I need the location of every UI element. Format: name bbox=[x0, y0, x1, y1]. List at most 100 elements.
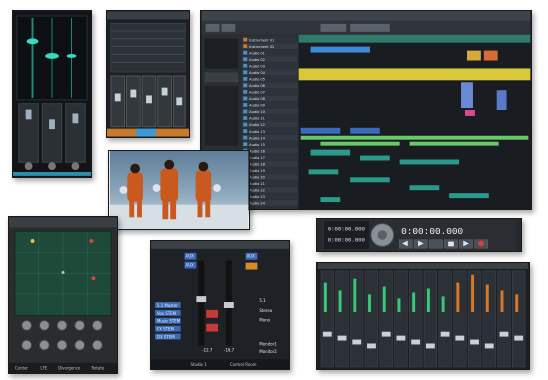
fader-knob[interactable] bbox=[322, 331, 332, 337]
channel-strip[interactable] bbox=[320, 270, 334, 368]
track-name: Audio 18 bbox=[249, 162, 265, 166]
audio-clip[interactable] bbox=[360, 155, 390, 161]
level-meter bbox=[397, 298, 401, 313]
channel-strip[interactable] bbox=[379, 270, 393, 368]
level-meter bbox=[382, 286, 386, 313]
track-name: Audio 12 bbox=[249, 123, 265, 127]
track-name: Audio 16 bbox=[249, 149, 265, 153]
audio-clip[interactable] bbox=[300, 127, 341, 134]
surround-panner-window: Center LFE Divergence Rotate bbox=[8, 216, 118, 374]
track-name: Audio 14 bbox=[249, 136, 265, 140]
track-color-swatch bbox=[243, 37, 248, 42]
track-name: Audio 22 bbox=[249, 189, 265, 193]
channel-strip[interactable] bbox=[350, 270, 364, 368]
audio-clip[interactable] bbox=[310, 46, 370, 53]
track-name: Audio 03 bbox=[249, 64, 265, 68]
fader-knob[interactable] bbox=[352, 339, 362, 345]
time-display-secondary-top: 0:00:00.000 bbox=[328, 225, 366, 232]
bus-label-music: Music STEM bbox=[157, 319, 180, 324]
astronauts-photo-icon bbox=[109, 151, 249, 229]
fader-knob[interactable] bbox=[470, 339, 479, 345]
audio-clip[interactable] bbox=[461, 82, 473, 109]
channel-strip[interactable] bbox=[482, 270, 496, 368]
fader-knob[interactable] bbox=[440, 331, 450, 337]
fader-value-right: -16.7 bbox=[224, 347, 235, 352]
audio-clip[interactable] bbox=[300, 135, 529, 140]
track-color-swatch bbox=[243, 76, 248, 81]
fader-knob[interactable] bbox=[425, 343, 435, 349]
channel-strip[interactable] bbox=[497, 270, 511, 368]
fader-knob[interactable] bbox=[396, 335, 406, 341]
control-room-graphic: AUX AUX AUX 5.1 Master Vox STEM Music ST… bbox=[151, 241, 289, 369]
track-name: Audio 17 bbox=[249, 156, 265, 160]
audio-clip[interactable] bbox=[449, 193, 489, 199]
cycle-button[interactable] bbox=[429, 239, 443, 249]
level-meter bbox=[368, 294, 371, 313]
full-mixer-window bbox=[316, 262, 530, 370]
track-color-swatch bbox=[243, 44, 248, 49]
channel-strip[interactable] bbox=[394, 270, 408, 368]
track-name: Audio 02 bbox=[249, 58, 265, 62]
panner-label-divergence: Divergence bbox=[58, 366, 81, 371]
track-name: Audio 08 bbox=[249, 97, 265, 101]
track-color-swatch bbox=[243, 103, 248, 107]
channel-strip[interactable] bbox=[409, 270, 423, 368]
level-meter bbox=[515, 294, 519, 313]
time-display-primary: 0:00:00.000 bbox=[401, 226, 463, 237]
meter-bridge-graphic bbox=[13, 12, 91, 176]
level-meter bbox=[353, 278, 357, 313]
mixer-graphic bbox=[107, 11, 189, 137]
track-color-swatch bbox=[243, 57, 248, 62]
channel-strip[interactable] bbox=[364, 270, 379, 368]
level-meter bbox=[338, 290, 342, 313]
bus-label-vox: Vox STEM bbox=[157, 311, 176, 316]
fader-knob[interactable] bbox=[337, 335, 347, 341]
audio-clip[interactable] bbox=[350, 127, 380, 134]
track-name: Audio 06 bbox=[249, 84, 265, 88]
track-name: Instrument 02 bbox=[249, 45, 274, 49]
track-color-swatch bbox=[243, 129, 248, 133]
audio-clip[interactable] bbox=[320, 141, 400, 146]
fader-value-left: -12.7 bbox=[202, 347, 213, 352]
audio-clip[interactable] bbox=[496, 90, 507, 110]
surround-panner-graphic: Center LFE Divergence Rotate bbox=[9, 217, 117, 373]
track-color-swatch bbox=[243, 142, 248, 147]
audio-clip[interactable] bbox=[350, 177, 390, 183]
channel-strip[interactable] bbox=[512, 270, 526, 368]
track-name: Audio 21 bbox=[249, 182, 265, 186]
fader-knob[interactable] bbox=[381, 331, 391, 337]
track-color-swatch bbox=[243, 109, 248, 114]
fader-knob[interactable] bbox=[367, 343, 376, 349]
audio-clip[interactable] bbox=[399, 159, 460, 165]
track-color-swatch bbox=[243, 83, 248, 88]
aux-label-1: AUX bbox=[186, 254, 195, 259]
track-color-swatch bbox=[243, 135, 248, 140]
level-meter bbox=[471, 274, 475, 313]
audio-clip[interactable] bbox=[320, 197, 341, 203]
channel-strip[interactable] bbox=[453, 270, 467, 368]
channel-strip[interactable] bbox=[335, 270, 349, 368]
project-arrangement-graphic: Instrument 01 Instrument 02 Audio 01 Audio … bbox=[201, 11, 531, 209]
fader-knob[interactable] bbox=[411, 339, 421, 345]
fader-knob[interactable] bbox=[455, 335, 465, 341]
audio-clip[interactable] bbox=[409, 185, 440, 191]
channel-strip[interactable] bbox=[423, 270, 437, 368]
record-button[interactable] bbox=[206, 309, 219, 318]
audio-clip[interactable] bbox=[483, 50, 498, 61]
audio-clip[interactable] bbox=[308, 169, 339, 175]
meter-bridge-window bbox=[12, 10, 92, 178]
track-color-swatch bbox=[243, 63, 248, 68]
audio-clip[interactable] bbox=[466, 50, 481, 61]
fader-knob[interactable] bbox=[514, 335, 524, 341]
channel-strip[interactable] bbox=[467, 270, 482, 368]
fader-knob[interactable] bbox=[484, 343, 494, 349]
audio-clip[interactable] bbox=[310, 149, 351, 156]
track-color-swatch bbox=[243, 116, 248, 120]
time-display-secondary-bottom: 0:00:00.000 bbox=[328, 237, 366, 244]
aux-label-2: AUX bbox=[186, 263, 195, 268]
audio-clip[interactable] bbox=[409, 141, 499, 146]
fader-knob[interactable] bbox=[499, 331, 509, 337]
audio-clip[interactable] bbox=[465, 110, 475, 116]
channel-strip[interactable] bbox=[438, 270, 452, 368]
track-name: Audio 05 bbox=[249, 77, 265, 81]
